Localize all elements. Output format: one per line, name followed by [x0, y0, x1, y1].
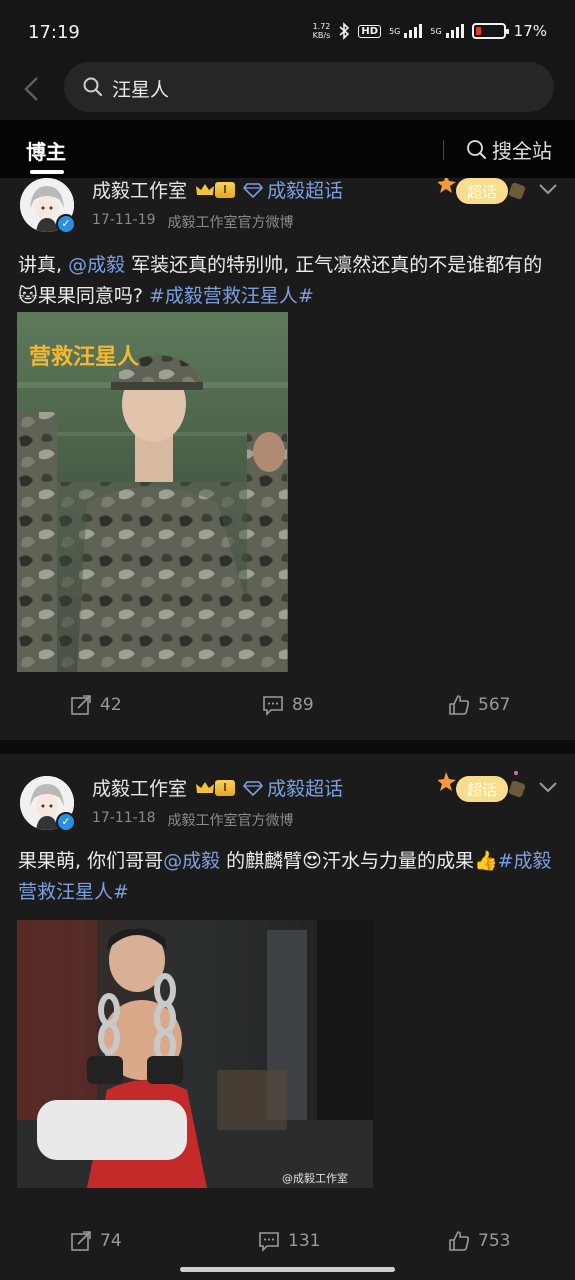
repost-button[interactable]: 74	[70, 1230, 122, 1252]
mention-link[interactable]: @成毅	[68, 254, 125, 276]
thumbs-up-icon	[449, 695, 470, 715]
search-icon	[83, 77, 103, 97]
post-source: 成毅工作室官方微博	[167, 813, 294, 829]
supertopic-link[interactable]: 成毅超话	[243, 178, 343, 203]
supertopic-badge[interactable]: 超话	[437, 768, 530, 812]
repost-button[interactable]: 42	[70, 694, 122, 716]
user-row: 成毅工作室 I 成毅超话	[92, 774, 343, 801]
comment-button[interactable]: 89	[262, 694, 314, 716]
status-time: 17:19	[28, 22, 80, 43]
battery-percent: 17%	[513, 22, 547, 40]
svg-text:超话: 超话	[467, 781, 497, 799]
status-bar: 17:19 1.72 KB/s HD 5G 5G 17%	[0, 0, 575, 62]
username[interactable]: 成毅工作室	[92, 774, 187, 801]
signal-tag: 5G	[389, 26, 401, 36]
post-text: 果果萌, 你们哥哥@成毅 的麒麟臂😍汗水与力量的成果👍#成毅营救汪星人#	[18, 850, 552, 903]
crown-icon	[196, 781, 215, 793]
comment-icon	[263, 696, 283, 716]
comment-button[interactable]: 131	[258, 1230, 320, 1252]
svg-text:营救汪星人: 营救汪星人	[29, 345, 139, 370]
post-date: 17-11-19	[92, 212, 156, 228]
crown-icon	[196, 183, 215, 195]
diamond-icon	[243, 780, 264, 796]
post-meta: 17-11-19 成毅工作室官方微博	[92, 212, 294, 232]
tab-underline	[30, 170, 64, 174]
post-source: 成毅工作室官方微博	[167, 215, 294, 231]
hd-icon: HD	[358, 24, 382, 38]
comment-icon	[259, 1232, 279, 1252]
post-date: 17-11-18	[92, 810, 156, 826]
search-header: 汪星人	[0, 62, 575, 120]
battery-icon	[471, 23, 509, 39]
chaohua-badge-icon: 超话	[437, 178, 526, 204]
post-card: ✓ 成毅工作室 I 成毅超话 17-11-19 成毅工作室官方微博 超话 讲真,…	[0, 178, 575, 740]
status-icons: 1.72 KB/s HD 5G 5G 17%	[313, 22, 547, 40]
back-arrow-icon	[24, 77, 38, 101]
poster-title: 营救汪星人	[29, 345, 139, 370]
search-all-button[interactable]: 搜全站	[466, 135, 552, 164]
verified-badge-icon: ✓	[56, 214, 76, 234]
post-actions: 74 131 753	[0, 1222, 575, 1262]
back-button[interactable]	[20, 74, 48, 102]
search-query: 汪星人	[112, 79, 170, 101]
soldier-photo: 营救汪星人	[17, 312, 288, 672]
username[interactable]: 成毅工作室	[92, 178, 187, 203]
chaohua-badge-icon: 超话	[437, 771, 526, 802]
hashtag-link[interactable]: #成毅营救汪星人#	[149, 285, 314, 307]
bluetooth-icon	[339, 22, 350, 40]
tab-bloggers[interactable]: 博主	[26, 136, 66, 165]
post-photo[interactable]: 营救汪星人	[17, 312, 288, 672]
supertopic-link[interactable]: 成毅超话	[243, 774, 343, 801]
post-card: ✓ 成毅工作室 I 成毅超话 17-11-18 成毅工作室官方微博 超话 果果萌…	[0, 754, 575, 1280]
heart-eyes-emoji: 😍	[302, 850, 322, 872]
search-input[interactable]: 汪星人	[64, 62, 554, 112]
diamond-icon	[243, 182, 264, 198]
cat-emoji: 🐱	[18, 285, 38, 307]
signal-tag-2: 5G	[430, 26, 442, 36]
signal-icon-2	[445, 24, 464, 38]
repost-icon	[71, 695, 91, 715]
member-level-badge: I	[195, 181, 236, 198]
chevron-down-icon[interactable]	[538, 780, 558, 794]
verified-badge-icon: ✓	[56, 812, 76, 832]
photo-watermark: @成毅工作室	[282, 1171, 348, 1185]
gym-photo: @成毅工作室	[17, 920, 373, 1188]
thumbs-up-icon	[449, 1231, 470, 1251]
net-speed: 1.72 KB/s	[312, 22, 331, 40]
user-row: 成毅工作室 I 成毅超话	[92, 178, 343, 203]
repost-icon	[71, 1231, 91, 1251]
svg-text:超话: 超话	[467, 183, 497, 201]
signal-icon	[404, 24, 423, 38]
search-all-label: 搜全站	[492, 139, 552, 163]
member-level-badge: I	[195, 779, 236, 796]
like-button[interactable]: 753	[448, 1230, 510, 1252]
post-feed: ✓ 成毅工作室 I 成毅超话 17-11-19 成毅工作室官方微博 超话 讲真,…	[0, 178, 575, 1280]
search-icon	[467, 139, 486, 159]
post-meta: 17-11-18 成毅工作室官方微博	[92, 810, 294, 830]
tab-bar: 博主 搜全站	[0, 120, 575, 178]
post-text: 讲真, @成毅 军装还真的特别帅, 正气凛然还真的不是谁都有的🐱果果同意吗? #…	[18, 254, 543, 307]
mention-link[interactable]: @成毅	[163, 850, 220, 872]
supertopic-badge[interactable]: 超话	[437, 178, 530, 214]
chevron-down-icon[interactable]	[538, 182, 558, 196]
post-actions: 42 89 567	[0, 686, 575, 726]
post-separator	[0, 740, 575, 754]
tab-divider	[443, 140, 444, 160]
post-photo[interactable]: @成毅工作室	[17, 920, 373, 1188]
home-indicator[interactable]	[180, 1267, 395, 1272]
like-button[interactable]: 567	[448, 694, 510, 716]
